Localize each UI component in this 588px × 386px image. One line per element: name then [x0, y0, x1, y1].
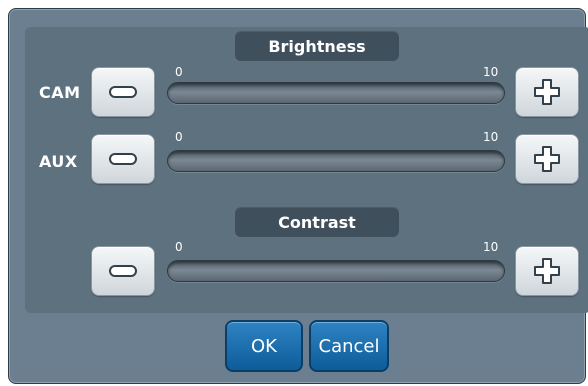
- brightness-title: Brightness: [235, 31, 399, 61]
- contrast-slider[interactable]: [167, 260, 505, 282]
- cancel-button-label: Cancel: [318, 335, 380, 357]
- minus-icon: [109, 265, 137, 277]
- aux-label: AUX: [39, 152, 78, 171]
- cam-decrease-button[interactable]: [91, 67, 155, 117]
- ok-button-label: OK: [251, 335, 277, 357]
- cam-increase-button[interactable]: [515, 67, 579, 117]
- aux-increase-button[interactable]: [515, 134, 579, 184]
- cam-scale-min: 0: [175, 65, 183, 79]
- contrast-scale-max: 10: [483, 240, 499, 254]
- cam-scale-max: 10: [483, 65, 499, 79]
- plus-icon: [534, 258, 560, 284]
- ok-button[interactable]: OK: [225, 320, 303, 372]
- cancel-button[interactable]: Cancel: [309, 320, 389, 372]
- minus-icon: [109, 86, 137, 98]
- plus-icon: [534, 79, 560, 105]
- plus-icon: [534, 146, 560, 172]
- contrast-increase-button[interactable]: [515, 246, 579, 296]
- contrast-title-text: Contrast: [278, 212, 356, 232]
- brightness-title-text: Brightness: [268, 36, 366, 56]
- contrast-decrease-button[interactable]: [91, 246, 155, 296]
- picture-settings-dialog: Brightness CAM 0 10 AUX 0 10 Contrast 0 …: [8, 8, 588, 384]
- cam-label: CAM: [39, 83, 81, 102]
- aux-scale-min: 0: [175, 130, 183, 144]
- contrast-title: Contrast: [235, 207, 399, 237]
- minus-icon: [109, 153, 137, 165]
- cam-brightness-slider[interactable]: [167, 82, 505, 104]
- aux-brightness-slider[interactable]: [167, 150, 505, 172]
- contrast-scale-min: 0: [175, 240, 183, 254]
- aux-scale-max: 10: [483, 130, 499, 144]
- aux-decrease-button[interactable]: [91, 134, 155, 184]
